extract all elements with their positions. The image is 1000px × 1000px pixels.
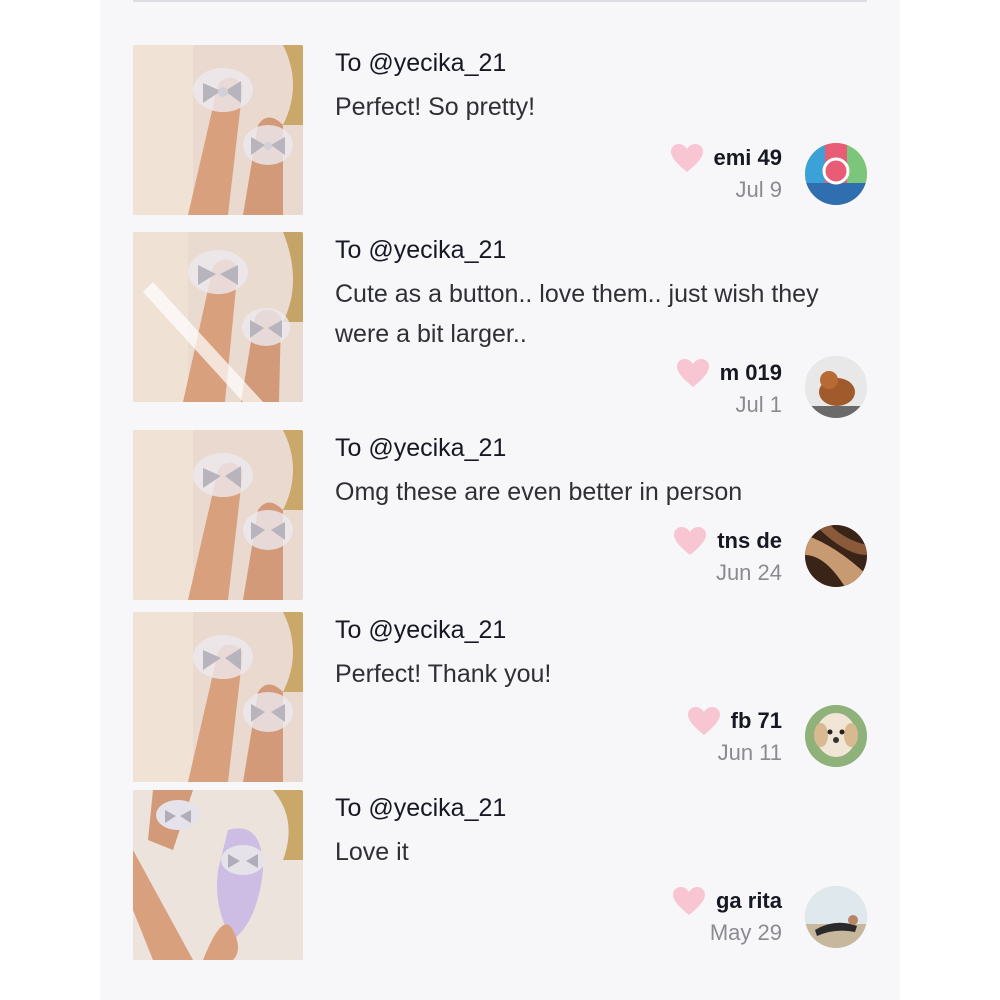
review-recipient: To @yecika_21 [335, 236, 507, 264]
heart-icon[interactable] [676, 358, 710, 388]
review-recipient: To @yecika_21 [335, 49, 507, 77]
reviewer-username[interactable]: ga rita [716, 888, 782, 914]
review-date: May 29 [709, 920, 782, 945]
review-item: To @yecika_21 Perfect! Thank you! fb 71 … [133, 612, 867, 787]
product-thumbnail[interactable] [133, 612, 303, 782]
dog-photo-avatar-icon[interactable] [805, 356, 867, 418]
review-text: Perfect! Thank you! [335, 660, 552, 688]
review-date: Jul 1 [735, 392, 782, 417]
review-recipient: To @yecika_21 [335, 794, 507, 822]
review-text: Perfect! So pretty! [335, 93, 536, 121]
reviewer-username[interactable]: fb 71 [731, 708, 782, 734]
beach-photo-avatar-icon[interactable] [805, 886, 867, 948]
colorful-building-logo-avatar-icon[interactable] [805, 143, 867, 205]
reviewer-username[interactable]: m 019 [720, 360, 782, 386]
product-thumbnail[interactable] [133, 45, 303, 215]
review-item: To @yecika_21 Cute as a button.. love th… [133, 232, 867, 422]
review-item: To @yecika_21 Perfect! So pretty! emi 49… [133, 45, 867, 220]
heart-icon[interactable] [672, 886, 706, 916]
heart-icon[interactable] [687, 706, 721, 736]
review-recipient: To @yecika_21 [335, 434, 507, 462]
heart-icon[interactable] [673, 526, 707, 556]
review-text: Cute as a button.. love them.. just wish… [335, 280, 819, 348]
review-date: Jun 11 [717, 740, 782, 765]
review-item: To @yecika_21 Love it ga rita May 29 [133, 790, 867, 965]
reviewer-username[interactable]: tns de [717, 528, 782, 554]
review-meta: ga rita May 29 [672, 886, 782, 946]
hair-photo-avatar-icon[interactable] [805, 525, 867, 587]
product-thumbnail[interactable] [133, 232, 303, 402]
review-meta: m 019 Jul 1 [676, 358, 782, 418]
review-date: Jul 9 [735, 177, 782, 202]
heart-icon[interactable] [670, 143, 704, 173]
product-thumbnail[interactable] [133, 430, 303, 600]
divider [133, 0, 867, 2]
review-item: To @yecika_21 Omg these are even better … [133, 430, 867, 605]
review-text: Omg these are even better in person [335, 478, 743, 506]
review-meta: emi 49 Jul 9 [670, 143, 783, 203]
review-recipient: To @yecika_21 [335, 616, 507, 644]
review-meta: fb 71 Jun 11 [687, 706, 782, 766]
reviewer-username[interactable]: emi 49 [714, 145, 783, 171]
review-date: Jun 24 [715, 560, 782, 585]
review-meta: tns de Jun 24 [673, 526, 782, 586]
review-text: Love it [335, 838, 409, 866]
puppy-photo-avatar-icon[interactable] [805, 705, 867, 767]
product-thumbnail[interactable] [133, 790, 303, 960]
